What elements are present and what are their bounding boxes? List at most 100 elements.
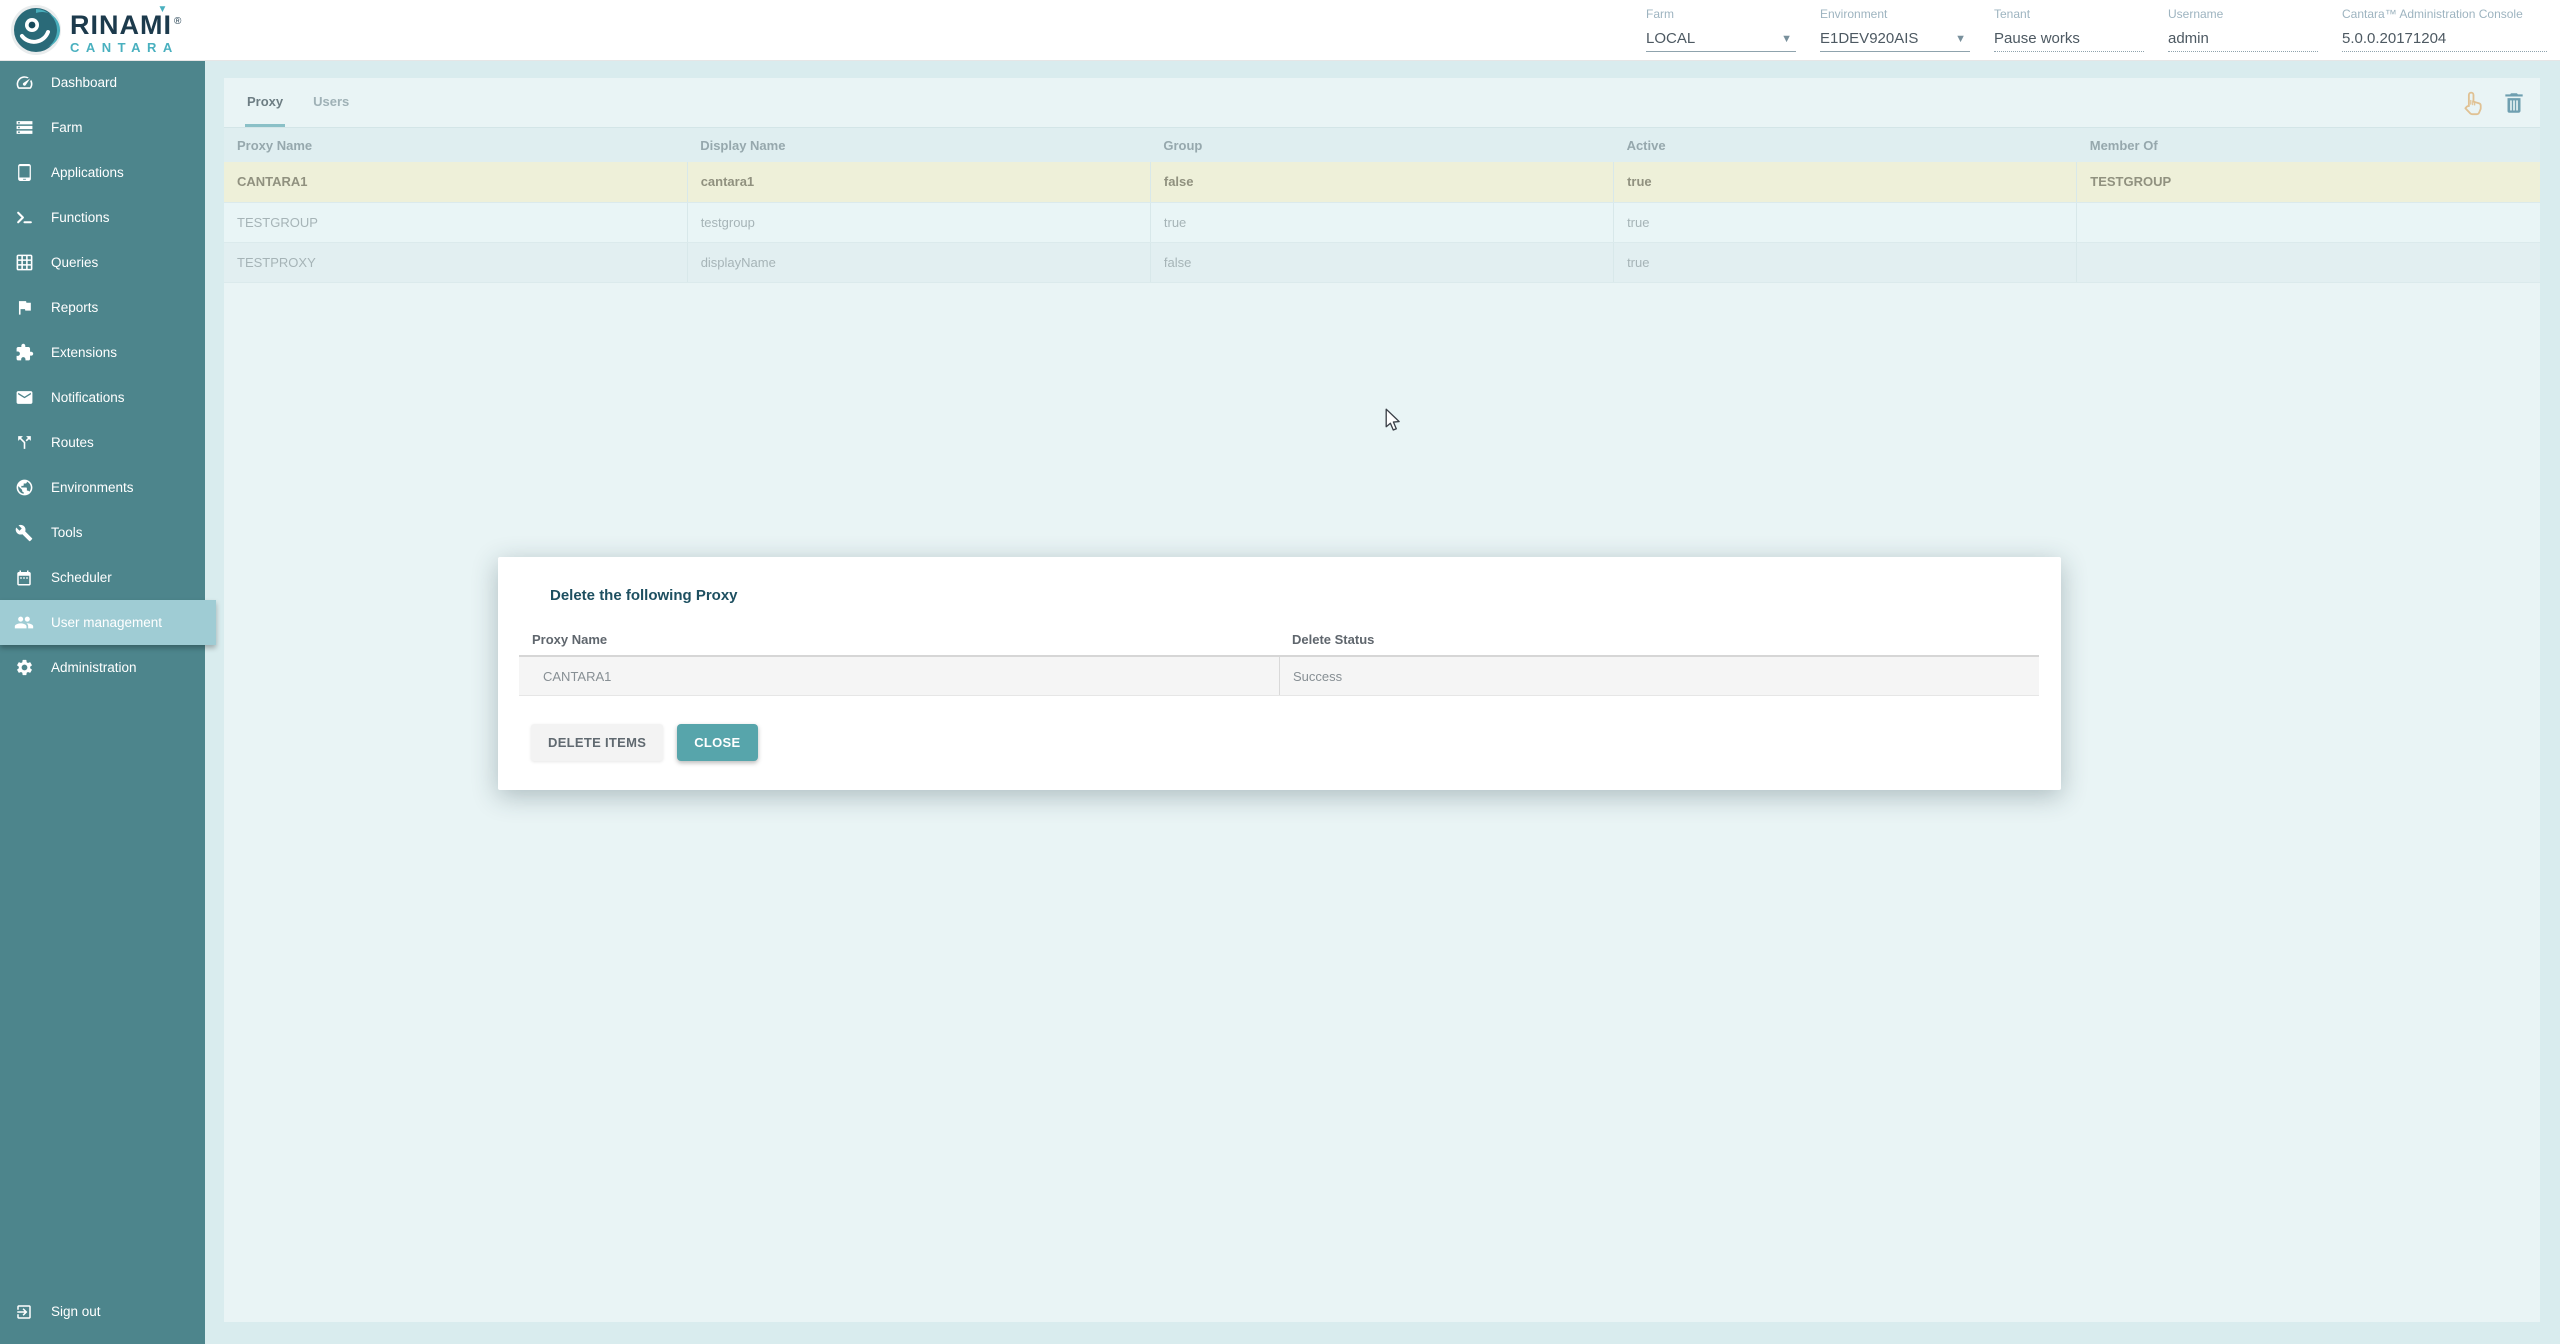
administration-icon [14, 658, 34, 678]
column-header-group: Group [1150, 128, 1613, 162]
cell-group[interactable]: false [1150, 162, 1613, 202]
sidebar-item-label: Environments [51, 480, 134, 495]
username-value: admin [2168, 30, 2209, 47]
console-version-value: 5.0.0.20171204 [2342, 30, 2446, 47]
header-fields: Farm LOCAL▼ Environment E1DEV920AIS ▼ Ten… [1646, 7, 2547, 52]
cell-active[interactable]: true [1614, 162, 2077, 202]
functions-icon [14, 208, 34, 228]
farm-select[interactable]: Farm LOCAL▼ [1646, 7, 1796, 52]
dialog-cell-delete-status: Success [1279, 657, 2039, 695]
routes-icon [14, 433, 34, 453]
column-header-display-name: Display Name [687, 128, 1150, 162]
cell-group[interactable]: true [1150, 202, 1613, 242]
cell-display-name[interactable]: testgroup [687, 202, 1150, 242]
sidebar-item-scheduler[interactable]: Scheduler [0, 555, 205, 600]
chevron-down-icon: ▼ [1781, 33, 1792, 45]
sidebar-item-administration[interactable]: Administration [0, 645, 205, 690]
brand-subtitle: CANTARA [70, 41, 182, 54]
user-management-icon [14, 613, 34, 633]
applications-icon [14, 163, 34, 183]
hand-pointer-icon[interactable] [2458, 89, 2487, 118]
reports-icon [14, 298, 34, 318]
sidebar-item-label: Routes [51, 435, 94, 450]
table-row[interactable]: TESTPROXY displayName false true [224, 242, 2540, 282]
brand-logo[interactable]: RINAMI▼® CANTARA [10, 4, 182, 61]
extensions-icon [14, 343, 34, 363]
sign-out-button[interactable]: Sign out [0, 1289, 205, 1334]
cell-group[interactable]: false [1150, 242, 1613, 282]
dashboard-icon [14, 73, 34, 93]
cell-member-of[interactable]: TESTGROUP [2077, 162, 2540, 202]
environment-value: E1DEV920AIS [1820, 30, 1918, 47]
dialog-column-delete-status: Delete Status [1279, 632, 2039, 647]
queries-icon [14, 253, 34, 273]
table-row[interactable]: CANTARA1 cantara1 false true TESTGROUP [224, 162, 2540, 202]
sidebar-item-label: Functions [51, 210, 110, 225]
table-row[interactable]: TESTGROUP testgroup true true [224, 202, 2540, 242]
environment-label: Environment [1820, 7, 1970, 21]
environment-select[interactable]: Environment E1DEV920AIS ▼ [1820, 7, 1970, 52]
table-header-row: Proxy Name Display Name Group Active Mem… [224, 128, 2540, 162]
sidebar-item-label: Extensions [51, 345, 117, 360]
rinami-logo-icon [10, 4, 62, 61]
sidebar-item-user-management[interactable]: User management [0, 600, 216, 645]
tenant-field: Tenant Pause works [1994, 7, 2144, 52]
sidebar-item-dashboard[interactable]: Dashboard [0, 60, 205, 105]
cell-proxy-name[interactable]: CANTARA1 [224, 162, 687, 202]
sidebar-item-queries[interactable]: Queries [0, 240, 205, 285]
console-version-field: Cantara™ Administration Console 5.0.0.20… [2342, 7, 2547, 52]
sign-out-icon [14, 1302, 34, 1322]
dialog-table-row: CANTARA1 Success [519, 655, 2039, 696]
sidebar-item-label: Administration [51, 660, 137, 675]
delete-items-button[interactable]: DELETE ITEMS [531, 724, 663, 761]
dialog-table: Proxy Name Delete Status CANTARA1 Succes… [519, 623, 2039, 696]
tools-icon [14, 523, 34, 543]
sidebar-item-environments[interactable]: Environments [0, 465, 205, 510]
dialog-title: Delete the following Proxy [550, 587, 738, 604]
farm-label: Farm [1646, 7, 1796, 21]
sidebar-item-label: Dashboard [51, 75, 117, 90]
sidebar-item-label: Queries [51, 255, 98, 270]
scheduler-icon [14, 568, 34, 588]
proxy-table: Proxy Name Display Name Group Active Mem… [224, 128, 2540, 283]
sidebar-item-farm[interactable]: Farm [0, 105, 205, 150]
chevron-down-icon: ▼ [1955, 33, 1966, 45]
sidebar-item-notifications[interactable]: Notifications [0, 375, 205, 420]
dialog-cell-proxy-name: CANTARA1 [519, 669, 1279, 684]
sidebar-item-label: Farm [51, 120, 83, 135]
cell-proxy-name[interactable]: TESTGROUP [224, 202, 687, 242]
brand-name: RINAMI▼® [70, 12, 182, 39]
sidebar-item-label: Applications [51, 165, 124, 180]
tab-proxy[interactable]: Proxy [245, 78, 285, 127]
sidebar-item-label: Notifications [51, 390, 125, 405]
cell-active[interactable]: true [1614, 202, 2077, 242]
sign-out-label: Sign out [51, 1304, 101, 1319]
sidebar-item-tools[interactable]: Tools [0, 510, 205, 555]
sidebar-item-applications[interactable]: Applications [0, 150, 205, 195]
main-content: Proxy Users Proxy Name Display Name Grou… [205, 60, 2560, 1344]
dialog-column-proxy-name: Proxy Name [519, 632, 1279, 647]
cell-display-name[interactable]: displayName [687, 242, 1150, 282]
brand-text: RINAMI▼® CANTARA [70, 12, 182, 54]
cell-display-name[interactable]: cantara1 [687, 162, 1150, 202]
brand-registered: ® [174, 16, 182, 27]
panel-actions [2458, 78, 2527, 128]
cell-member-of[interactable] [2077, 202, 2540, 242]
sidebar-item-reports[interactable]: Reports [0, 285, 205, 330]
tab-users[interactable]: Users [311, 78, 351, 127]
dialog-table-header: Proxy Name Delete Status [519, 623, 2039, 655]
cell-active[interactable]: true [1614, 242, 2077, 282]
username-label: Username [2168, 7, 2318, 21]
close-button[interactable]: CLOSE [677, 724, 757, 761]
environments-icon [14, 478, 34, 498]
sidebar-item-extensions[interactable]: Extensions [0, 330, 205, 375]
sidebar-item-label: Scheduler [51, 570, 112, 585]
column-header-active: Active [1614, 128, 2077, 162]
username-field: Username admin [2168, 7, 2318, 52]
cell-member-of[interactable] [2077, 242, 2540, 282]
sidebar-item-routes[interactable]: Routes [0, 420, 205, 465]
trash-icon[interactable] [2501, 90, 2527, 116]
sidebar-item-functions[interactable]: Functions [0, 195, 205, 240]
sidebar: Dashboard Farm Applications Functions Qu… [0, 60, 205, 1344]
cell-proxy-name[interactable]: TESTPROXY [224, 242, 687, 282]
